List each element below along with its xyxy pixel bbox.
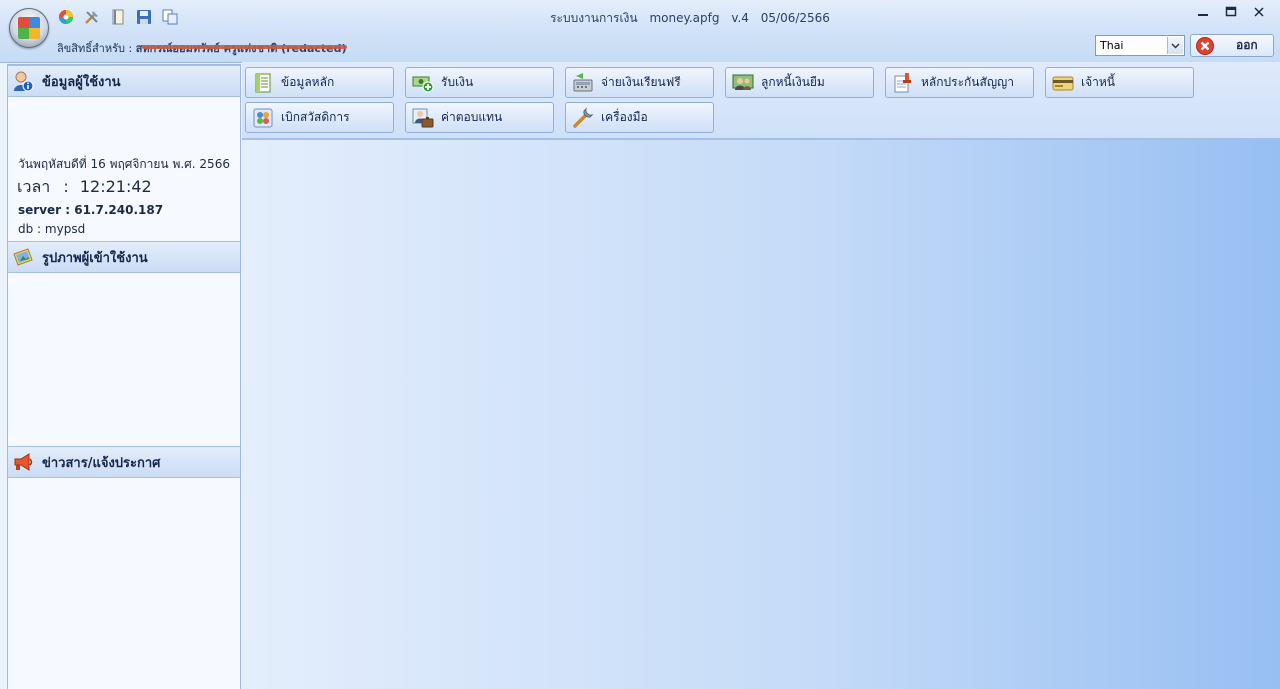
database-info: db : mypsd (18, 222, 86, 236)
toolbar-button-tools[interactable]: เครื่องมือ (565, 102, 714, 133)
toolbar-button-compensation[interactable]: ค่าตอบแทน (405, 102, 554, 133)
photo-icon (13, 248, 33, 266)
user-info-header[interactable]: ข้อมูลผู้ใช้งาน (8, 65, 240, 97)
toolbar-button-label: ลูกหนี้เงินยืม (761, 75, 825, 89)
exit-label: ออก (1236, 38, 1258, 52)
app-version: v.4 (731, 11, 749, 25)
license-label: ลิขสิทธิ์สำหรับ : (57, 42, 133, 55)
receive-money-icon (412, 72, 434, 94)
news-title: ข่าวสาร/แจ้งประกาศ (42, 455, 161, 471)
compensation-icon (412, 107, 434, 129)
toolbar-button-welfare-claim[interactable]: เบิกสวัสดิการ (245, 102, 394, 133)
restore-icon (1225, 6, 1237, 17)
quick-access-toolbar (57, 8, 179, 28)
user-photo-title: รูปภาพผู้เข้าใช้งาน (42, 250, 148, 266)
toolbar-button-creditors[interactable]: เจ้าหนี้ (1045, 67, 1194, 98)
color-wheel-icon[interactable] (57, 8, 75, 26)
main-area: ข้อมูลหลัก รับเงิน จ่ายเงินเรียนฟรี ลูกห… (242, 62, 1280, 689)
app-title: ระบบงานการเงิน (550, 11, 638, 25)
current-time-row: เวลา : 12:21:42 (17, 177, 152, 196)
megaphone-icon (14, 453, 33, 471)
toolbar-button-label: เครื่องมือ (601, 110, 648, 124)
toolbar-button-label: รับเงิน (441, 75, 474, 89)
app-menu-button[interactable] (9, 8, 49, 48)
current-date: วันพฤหัสบดีที่ 16 พฤศจิกายน พ.ศ. 2566 (18, 157, 230, 171)
cash-register-icon (572, 72, 594, 94)
time-value: 12:21:42 (79, 177, 152, 196)
wrench-icon (572, 106, 594, 129)
close-icon (1254, 7, 1264, 17)
left-panel: ข้อมูลผู้ใช้งาน วันพฤหัสบดีที่ 16 พฤศจิก… (7, 64, 241, 689)
minimize-button[interactable] (1194, 6, 1212, 22)
license-row: ลิขสิทธิ์สำหรับ : สหกรณ์ออมทรัพย์ ครูแห่… (57, 39, 347, 57)
credit-card-icon (1052, 72, 1074, 94)
toolbar-button-label: ค่าตอบแทน (441, 110, 503, 124)
language-value: Thai (1100, 39, 1124, 52)
file-name: money.apfg (649, 11, 720, 25)
version-date: 05/06/2566 (760, 11, 830, 25)
server-info: server : 61.7.240.187 (18, 203, 164, 217)
save-icon[interactable] (135, 8, 153, 26)
title-bar: ระบบงานการเงิน money.apfg v.4 05/06/2566… (0, 0, 1280, 63)
language-select[interactable]: Thai (1095, 35, 1185, 56)
user-info-title: ข้อมูลผู้ใช้งาน (42, 74, 121, 90)
toolbar-button-contract-guarantee[interactable]: หลักประกันสัญญา (885, 67, 1034, 98)
user-icon (14, 71, 34, 92)
toolbar-button-free-education-payment[interactable]: จ่ายเงินเรียนฟรี (565, 67, 714, 98)
news-header[interactable]: ข่าวสาร/แจ้งประกาศ (8, 446, 240, 478)
window-controls (1194, 6, 1268, 22)
tools-icon[interactable] (83, 8, 101, 26)
toolbar-button-loan-debtors[interactable]: ลูกหนี้เงินยืม (725, 67, 874, 98)
window-title: ระบบงานการเงิน money.apfg v.4 05/06/2566 (0, 9, 1280, 28)
welfare-icon (252, 107, 274, 129)
copy-icon[interactable] (161, 8, 179, 26)
user-photo-header[interactable]: รูปภาพผู้เข้าใช้งาน (8, 241, 240, 273)
toolbar-button-label: เจ้าหนี้ (1081, 75, 1115, 89)
contract-stamp-icon (892, 72, 914, 94)
toolbar-button-master-data[interactable]: ข้อมูลหลัก (245, 67, 394, 98)
debtor-icon (732, 72, 754, 94)
exit-button[interactable]: ออก (1190, 34, 1274, 57)
time-label: เวลา (17, 177, 51, 196)
restore-button[interactable] (1222, 6, 1240, 22)
minimize-icon (1198, 14, 1208, 16)
exit-icon (1196, 36, 1214, 55)
data-sheet-icon (252, 72, 274, 94)
toolbar-button-label: ข้อมูลหลัก (281, 75, 335, 89)
toolbar-button-label: หลักประกันสัญญา (921, 75, 1015, 89)
toolbar-button-label: เบิกสวัสดิการ (281, 110, 350, 124)
license-name: สหกรณ์ออมทรัพย์ ครูแห่งชาติ (redacted) (136, 39, 347, 57)
notebook-icon[interactable] (109, 8, 127, 26)
close-button[interactable] (1250, 6, 1268, 22)
chevron-down-icon[interactable] (1167, 37, 1183, 54)
module-toolbar: ข้อมูลหลัก รับเงิน จ่ายเงินเรียนฟรี ลูกห… (242, 62, 1280, 140)
toolbar-button-label: จ่ายเงินเรียนฟรี (601, 75, 681, 89)
toolbar-button-receive-money[interactable]: รับเงิน (405, 67, 554, 98)
